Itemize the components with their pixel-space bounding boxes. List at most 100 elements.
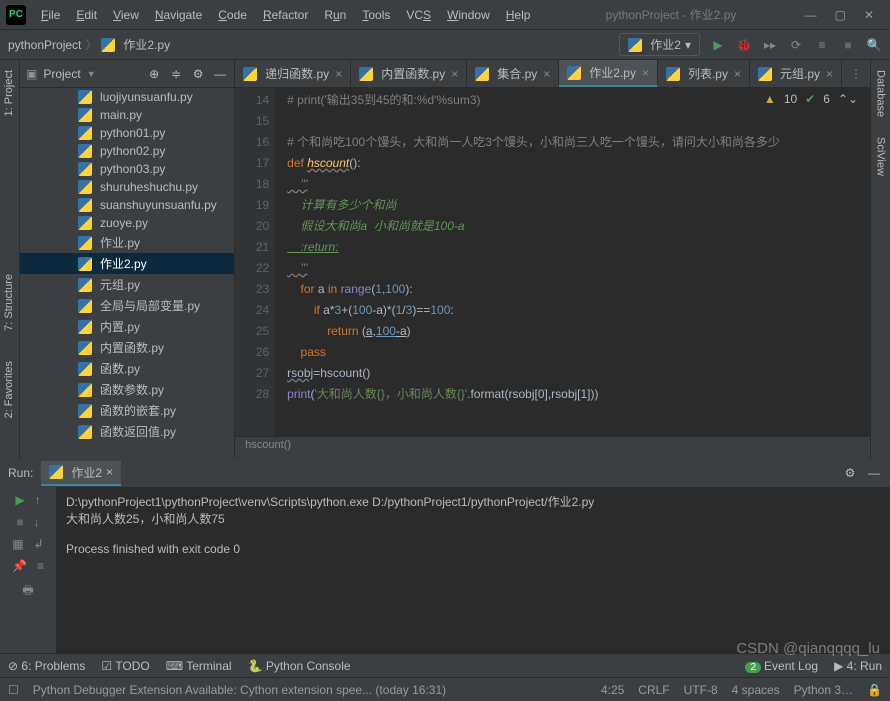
editor-tab[interactable]: 集合.py× <box>467 61 559 86</box>
interpreter-info[interactable]: Python 3… <box>794 683 853 697</box>
close-tab-icon[interactable]: × <box>543 67 550 81</box>
close-tab-icon[interactable]: × <box>106 465 113 479</box>
tree-file-item[interactable]: zuoye.py <box>20 214 234 232</box>
tree-file-item[interactable]: 元组.py <box>20 274 234 295</box>
code-content[interactable]: # print('输出35到45的和:%d'%sum3) # 个和尚吃100个馒… <box>275 88 870 436</box>
profile-button[interactable]: ⟳ <box>788 37 804 53</box>
locate-icon[interactable]: ⊕ <box>146 66 162 82</box>
menu-edit[interactable]: Edit <box>69 5 104 25</box>
rerun-icon[interactable]: ▶ <box>15 493 24 507</box>
editor-tab[interactable]: 元组.py× <box>750 61 842 86</box>
tab-structure[interactable]: 7: Structure <box>3 274 15 331</box>
stop-button[interactable]: ■ <box>840 37 856 53</box>
hide-run-icon[interactable]: — <box>866 465 882 481</box>
tree-file-item[interactable]: main.py <box>20 106 234 124</box>
menu-navigate[interactable]: Navigate <box>148 5 209 25</box>
tree-file-item[interactable]: 作业2.py <box>20 253 234 274</box>
tree-file-item[interactable]: 函数返回值.py <box>20 421 234 442</box>
menu-run[interactable]: Run <box>317 5 353 25</box>
close-tab-icon[interactable]: × <box>826 67 833 81</box>
encoding[interactable]: UTF-8 <box>684 683 718 697</box>
tree-file-item[interactable]: 内置函数.py <box>20 337 234 358</box>
tab-run[interactable]: ▶ 4: Run <box>834 659 882 673</box>
close-tab-icon[interactable]: × <box>642 66 649 80</box>
maximize-icon[interactable]: ▢ <box>835 8 846 22</box>
hide-icon[interactable]: — <box>212 66 228 82</box>
inspection-summary[interactable]: ▲10 ✔6 ⌃⌄ <box>764 92 858 106</box>
tree-file-item[interactable]: shuruheshuchu.py <box>20 178 234 196</box>
tab-terminal[interactable]: ⌨ Terminal <box>166 659 232 673</box>
tab-overflow-icon[interactable]: ⋮ <box>842 67 870 81</box>
code-editor[interactable]: 141516171819202122232425262728 # print('… <box>235 88 870 436</box>
tree-file-item[interactable]: luojiyunsuanfu.py <box>20 88 234 106</box>
settings-gear-icon[interactable]: ⚙ <box>190 66 206 82</box>
editor-tab[interactable]: 作业2.py× <box>559 60 658 87</box>
tab-favorites[interactable]: 2: Favorites <box>3 361 15 418</box>
minimize-icon[interactable]: — <box>805 8 817 22</box>
tree-file-item[interactable]: python02.py <box>20 142 234 160</box>
tab-todo[interactable]: ☑ TODO <box>101 659 149 673</box>
chevron-up-down-icon[interactable]: ⌃⌄ <box>838 92 858 106</box>
tab-event-log[interactable]: 2Event Log <box>745 659 818 673</box>
run-output[interactable]: D:\pythonProject1\pythonProject\venv\Scr… <box>56 487 890 653</box>
tree-file-item[interactable]: python01.py <box>20 124 234 142</box>
menu-refactor[interactable]: Refactor <box>256 5 315 25</box>
breadcrumb-root[interactable]: pythonProject <box>8 38 81 52</box>
tree-file-item[interactable]: 作业.py <box>20 232 234 253</box>
layout-icon[interactable]: ▦ <box>12 537 23 551</box>
tree-file-item[interactable]: 内置.py <box>20 316 234 337</box>
status-message[interactable]: Python Debugger Extension Available: Cyt… <box>33 683 446 697</box>
coverage-button[interactable]: ▸▸ <box>762 37 778 53</box>
debug-button[interactable]: 🐞 <box>736 37 752 53</box>
tab-project[interactable]: 1: Project <box>3 70 15 116</box>
tree-file-item[interactable]: python03.py <box>20 160 234 178</box>
tab-sciview[interactable]: SciView <box>875 137 887 176</box>
python-file-icon <box>78 299 92 313</box>
tree-file-item[interactable]: 全局与局部变量.py <box>20 295 234 316</box>
close-tab-icon[interactable]: × <box>451 67 458 81</box>
scroll-icon[interactable]: ≡ <box>37 559 44 573</box>
chevron-down-icon[interactable]: ▼ <box>87 69 96 79</box>
close-tab-icon[interactable]: × <box>335 67 342 81</box>
run-settings-gear-icon[interactable]: ⚙ <box>842 465 858 481</box>
indent-info[interactable]: 4 spaces <box>732 683 780 697</box>
pin-icon[interactable]: 📌 <box>12 559 27 573</box>
stop-icon[interactable]: ■ <box>16 515 23 529</box>
tree-file-item[interactable]: 函数的嵌套.py <box>20 400 234 421</box>
breadcrumb-file[interactable]: 作业2.py <box>123 36 170 53</box>
menu-view[interactable]: View <box>106 5 146 25</box>
run-button[interactable]: ▶ <box>710 37 726 53</box>
menu-window[interactable]: Window <box>440 5 497 25</box>
editor-tab[interactable]: 内置函数.py× <box>351 61 467 86</box>
tab-python-console[interactable]: 🐍 Python Console <box>248 659 351 673</box>
editor-tab[interactable]: 列表.py× <box>658 61 750 86</box>
cursor-position[interactable]: 4:25 <box>601 683 624 697</box>
tab-problems[interactable]: ⊘ 6: Problems <box>8 659 85 673</box>
collapse-icon[interactable]: ≑ <box>168 66 184 82</box>
editor-tab[interactable]: 递归函数.py× <box>235 61 351 86</box>
line-separator[interactable]: CRLF <box>638 683 669 697</box>
menu-file[interactable]: File <box>34 5 67 25</box>
menu-tools[interactable]: Tools <box>355 5 397 25</box>
tree-file-item[interactable]: 函数参数.py <box>20 379 234 400</box>
wrap-icon[interactable]: ↲ <box>34 537 44 551</box>
menu-help[interactable]: Help <box>499 5 538 25</box>
close-tab-icon[interactable]: × <box>734 67 741 81</box>
editor-breadcrumb[interactable]: hscount() <box>235 436 870 458</box>
print-icon[interactable]: 🖶 <box>22 581 33 602</box>
status-notification-icon[interactable]: ☐ <box>8 683 19 697</box>
search-icon[interactable]: 🔍 <box>866 37 882 53</box>
run-config-selector[interactable]: 作业2 ▾ <box>619 33 700 56</box>
attach-button[interactable]: ≡ <box>814 37 830 53</box>
tree-file-item[interactable]: suanshuyunsuanfu.py <box>20 196 234 214</box>
project-tree[interactable]: luojiyunsuanfu.pymain.pypython01.pypytho… <box>20 88 234 458</box>
up-icon[interactable]: ↑ <box>35 493 41 507</box>
tab-database[interactable]: Database <box>875 70 887 117</box>
down-icon[interactable]: ↓ <box>34 515 40 529</box>
menu-code[interactable]: Code <box>211 5 254 25</box>
tree-file-item[interactable]: 函数.py <box>20 358 234 379</box>
run-tab[interactable]: 作业2 × <box>41 461 121 486</box>
menu-vcs[interactable]: VCS <box>399 5 438 25</box>
lock-icon[interactable]: 🔒 <box>867 683 882 697</box>
close-icon[interactable]: ✕ <box>864 8 874 22</box>
